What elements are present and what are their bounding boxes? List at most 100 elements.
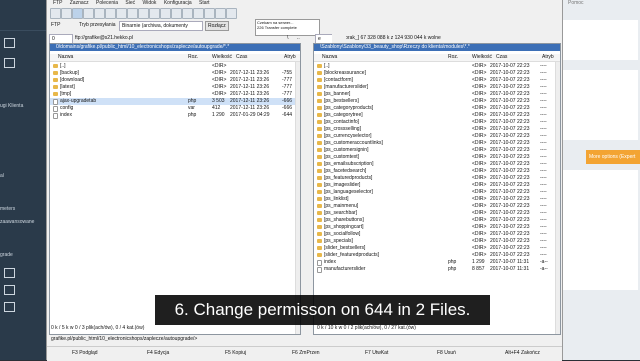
folder-row[interactable]: [ps_categoryproducts] <DIR> 2017-10-07 22:… [314, 105, 560, 112]
folder-row[interactable]: [ps_contactinfo] <DIR> 2017-10-07 22:23 ---… [314, 119, 560, 126]
folder-row[interactable]: [contactform] <DIR> 2017-10-07 22:23 ---- [314, 77, 560, 84]
alt-f4-exit-button[interactable]: Alt+F4 Zakończ [505, 350, 540, 356]
col-size[interactable]: Wielkość [212, 54, 232, 61]
folder-row[interactable]: [ps_currencyselector] <DIR> 2017-10-07 22:… [314, 133, 560, 140]
notepad-icon[interactable] [226, 8, 237, 19]
file-row[interactable]: index php 1 290 2017-01-29 04:29 -644 [50, 112, 300, 119]
menu-polecenia[interactable]: Polecenia [96, 0, 118, 6]
cell-size: <DIR> [472, 154, 487, 160]
sidebar-item[interactable]: grade [0, 252, 13, 258]
f7-mkdir-button[interactable]: F7 UtwKat [365, 350, 388, 356]
unpack-icon[interactable] [160, 8, 171, 19]
sidebar-item[interactable]: meters [0, 206, 15, 212]
forward-icon[interactable] [138, 8, 149, 19]
folder-row[interactable]: [ps_linklist] <DIR> 2017-10-07 22:23 ---- [314, 196, 560, 203]
file-row[interactable]: index php 1 299 2017-10-07 11:31 -a-- [314, 259, 560, 266]
folder-row[interactable]: [..] <DIR> 2017-10-07 22:23 ---- [314, 63, 560, 70]
help-link[interactable]: Pomoc [568, 0, 584, 6]
sidebar-item[interactable]: zaawansowane [0, 219, 34, 225]
folder-row[interactable]: [ps_facetedsearch] <DIR> 2017-10-07 22:23 -… [314, 168, 560, 175]
cell-size: <DIR> [472, 217, 487, 223]
pack-icon[interactable] [149, 8, 160, 19]
sync-icon[interactable] [215, 8, 226, 19]
folder-row[interactable]: [..] <DIR> [50, 63, 300, 70]
brief-view-icon[interactable] [61, 8, 72, 19]
left-scrollbar[interactable] [295, 62, 300, 334]
sidebar-item[interactable]: ugi Klienta [0, 103, 23, 109]
folder-row[interactable]: [ps_socialfollow] <DIR> 2017-10-07 22:23 --… [314, 231, 560, 238]
col-time[interactable]: Czas [496, 54, 507, 61]
folder-row[interactable]: [ps_crossselling] <DIR> 2017-10-07 22:23 --… [314, 126, 560, 133]
full-view-icon[interactable] [72, 8, 83, 19]
col-name[interactable]: Nazwa [322, 54, 337, 61]
ftp-new-icon[interactable] [182, 8, 193, 19]
col-attr[interactable]: Atryb [284, 54, 296, 61]
folder-row[interactable]: [ps_languageselector] <DIR> 2017-10-07 22:… [314, 189, 560, 196]
folder-row[interactable]: [ps_imageslider] <DIR> 2017-10-07 22:23 ---… [314, 182, 560, 189]
folder-row[interactable]: [ps_emailsubscription] <DIR> 2017-10-07 22… [314, 161, 560, 168]
folder-row[interactable]: [ps_searchbar] <DIR> 2017-10-07 22:23 ---- [314, 210, 560, 217]
folder-row[interactable]: [manufacturerslider] <DIR> 2017-10-07 22:2… [314, 84, 560, 91]
folder-row[interactable]: [ps_customersignin] <DIR> 2017-10-07 22:23… [314, 147, 560, 154]
transfer-mode-select[interactable]: Binarnie (archiwa, dokumenty [119, 21, 203, 31]
disconnect-button[interactable]: Rozłącz [205, 21, 229, 31]
file-row[interactable]: ajax-upgradetab php 3 503 2017-12-11 23:26 -… [50, 98, 300, 105]
folder-row[interactable]: [backup] <DIR> 2017-12-11 23:26 -755 [50, 70, 300, 77]
folder-row[interactable]: [ps_banner] <DIR> 2017-10-07 22:23 ---- [314, 91, 560, 98]
back-icon[interactable] [127, 8, 138, 19]
right-scrollbar[interactable] [555, 62, 560, 334]
col-ext[interactable]: Roz. [188, 54, 198, 61]
folder-row[interactable]: [ps_customtext] <DIR> 2017-10-07 22:23 ---- [314, 154, 560, 161]
folder-row[interactable]: [tmp] <DIR> 2017-12-11 23:26 -777 [50, 91, 300, 98]
left-path-bar[interactable]: 0/domains/grafike.pl/public_html/10_elec… [50, 44, 300, 51]
filter-icon[interactable] [116, 8, 127, 19]
command-line[interactable]: grafike.pl/public_html/10_electronicshop… [47, 335, 562, 343]
menu-siec[interactable]: Sieć [125, 0, 135, 6]
sort-icon[interactable] [105, 8, 116, 19]
folder-row[interactable]: [ps_customeraccountlinks] <DIR> 2017-10-07… [314, 140, 560, 147]
folder-row[interactable]: [blockreassurance] <DIR> 2017-10-07 22:23 -… [314, 70, 560, 77]
rename-icon[interactable] [204, 8, 215, 19]
folder-row[interactable]: [ps_mainmenu] <DIR> 2017-10-07 22:23 ---- [314, 203, 560, 210]
folder-row[interactable]: [ps_sharebuttons] <DIR> 2017-10-07 22:23 --… [314, 217, 560, 224]
folder-row[interactable]: [ps_bestsellers] <DIR> 2017-10-07 22:23 ---… [314, 98, 560, 105]
menu-widok[interactable]: Widok [143, 0, 157, 6]
folder-row[interactable]: [slider_featuredproducts] <DIR> 2017-10-07… [314, 252, 560, 259]
more-options-button[interactable]: More options (Expert [586, 150, 640, 164]
f6-move-button[interactable]: F6 ZmPrzen [292, 350, 320, 356]
menu-ftp[interactable]: FTP [53, 0, 62, 6]
left-home-icon[interactable]: \ [287, 35, 288, 41]
col-name[interactable]: Nazwa [58, 54, 73, 61]
menu-start[interactable]: Start [199, 0, 210, 6]
thumbnail-icon[interactable] [83, 8, 94, 19]
col-time[interactable]: Czas [236, 54, 247, 61]
f5-copy-button[interactable]: F5 Kopiuj [225, 350, 246, 356]
f4-edit-button[interactable]: F4 Edycja [147, 350, 169, 356]
folder-row[interactable]: [ps_shoppingcart] <DIR> 2017-10-07 22:23 --… [314, 224, 560, 231]
file-row[interactable]: manufacturerslider php 8 857 2017-10-07 11:… [314, 266, 560, 273]
ftp-connect-icon[interactable] [171, 8, 182, 19]
folder-row[interactable]: [latest] <DIR> 2017-12-11 23:26 -777 [50, 84, 300, 91]
file-row[interactable]: config var 412 2017-12-11 23:26 -666 [50, 105, 300, 112]
sidebar-item[interactable]: al [0, 173, 4, 179]
col-size[interactable]: Wielkość [472, 54, 492, 61]
cell-time: 2017-10-07 22:23 [490, 133, 530, 139]
folder-row[interactable]: [slider_bestsellers] <DIR> 2017-10-07 22:2… [314, 245, 560, 252]
col-attr[interactable]: Atryb [542, 54, 554, 61]
folder-row[interactable]: [download] <DIR> 2017-12-11 23:26 -777 [50, 77, 300, 84]
col-ext[interactable]: Roz. [448, 54, 458, 61]
f8-delete-button[interactable]: F8 Usuń [437, 350, 456, 356]
folder-row[interactable]: [ps_categorytree] <DIR> 2017-10-07 22:23 --… [314, 112, 560, 119]
f3-view-button[interactable]: F3 Podgląd [72, 350, 98, 356]
menu-zaznacz[interactable]: Zaznacz [70, 0, 89, 6]
left-up-icon[interactable]: .. [297, 35, 300, 41]
folder-row[interactable]: [ps_featuredproducts] <DIR> 2017-10-07 22:… [314, 175, 560, 182]
menu-konfiguracja[interactable]: Konfiguracja [164, 0, 192, 6]
tree-icon[interactable] [94, 8, 105, 19]
folder-row[interactable]: [ps_specials] <DIR> 2017-10-07 22:23 ---- [314, 238, 560, 245]
refresh-icon[interactable] [50, 8, 61, 19]
left-status: 0 k / 5 k w 0 / 3 plik(ach/ów), 0 / 4 ka… [51, 325, 145, 331]
folder-icon [317, 134, 322, 138]
right-path-bar[interactable]: \Szablony\Szablony\33_beauty_shop\Rzeczy… [314, 44, 560, 51]
search-icon[interactable] [193, 8, 204, 19]
